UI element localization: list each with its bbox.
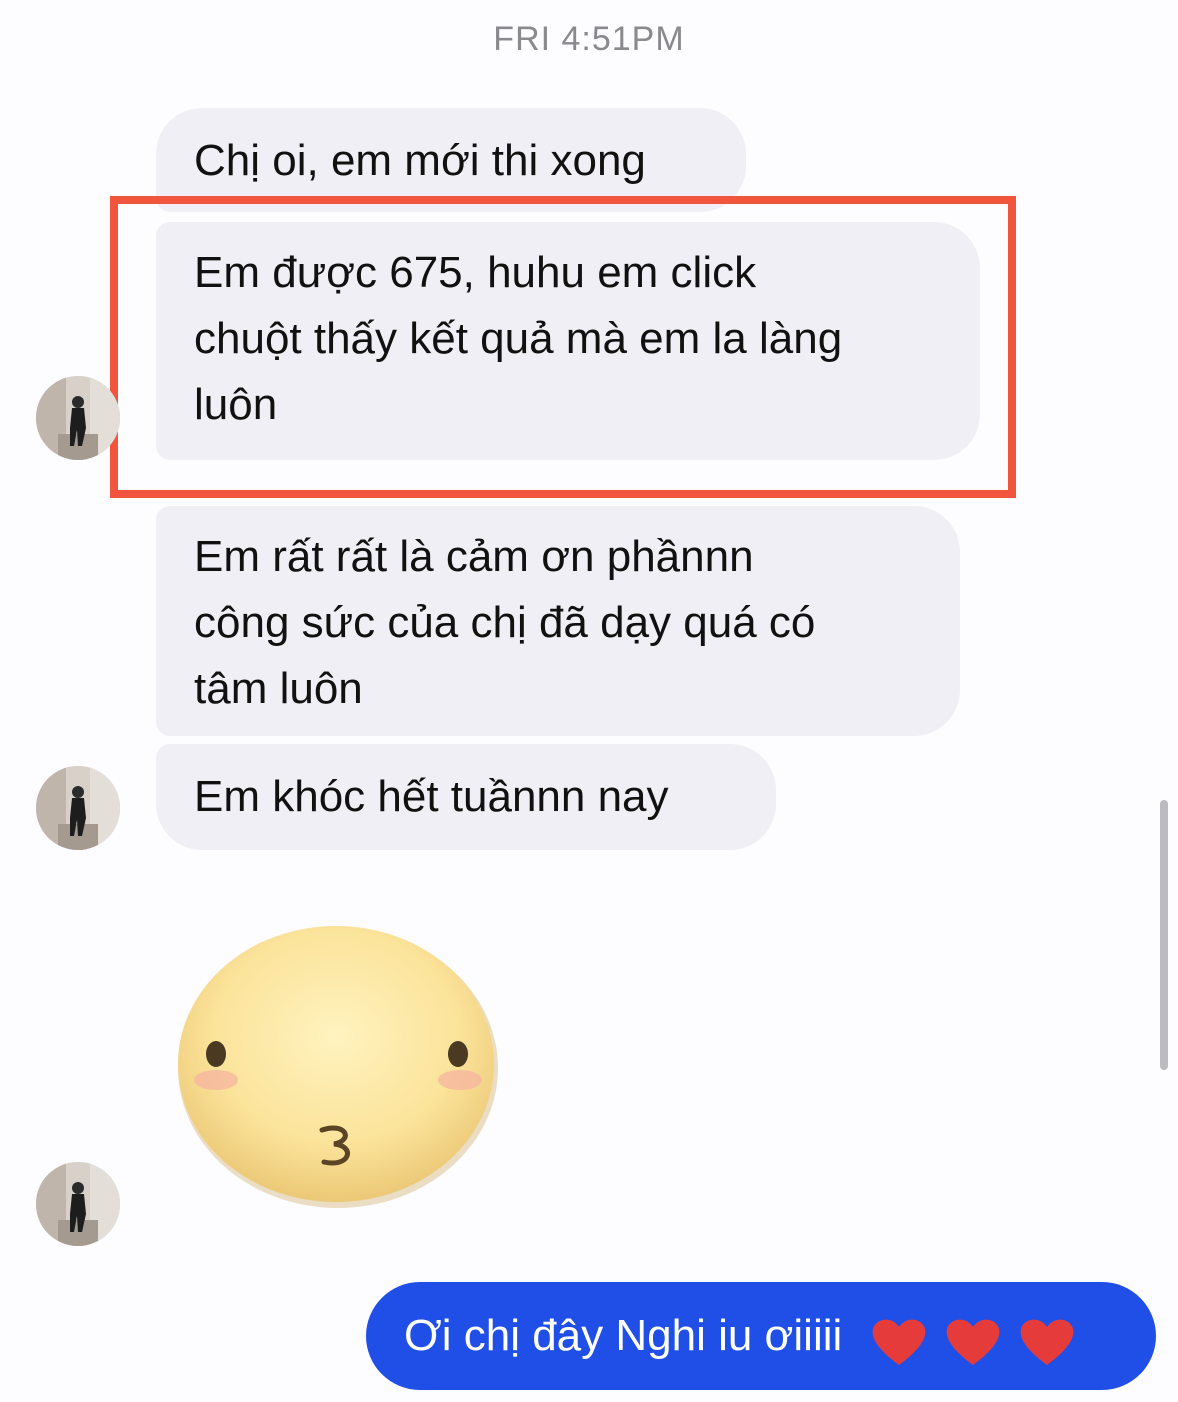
message-text-line: tâm luôn — [194, 664, 363, 713]
kiss-face-icon — [178, 926, 498, 1208]
avatar[interactable] — [36, 1162, 120, 1246]
message-timestamp: FRI 4:51PM — [493, 20, 685, 58]
incoming-message-3[interactable]: Em rất rất là cảm ơn phầnnn công sức của… — [156, 506, 960, 736]
avatar-photo-icon — [36, 766, 120, 850]
kiss-face-sticker[interactable] — [168, 918, 508, 1218]
highlight-box — [110, 196, 1016, 498]
heart-icon — [1020, 1319, 1074, 1365]
scrollbar[interactable] — [1160, 800, 1168, 1070]
heart-icon — [872, 1319, 925, 1365]
message-text-line: Em rất rất là cảm ơn phầnnn — [194, 532, 754, 581]
message-text: Chị oi, em mới thi xong — [194, 136, 646, 185]
message-text-line: công sức của chị đã dạy quá có — [194, 598, 816, 647]
heart-icon — [946, 1319, 1000, 1365]
message-text: Ơi chị đây Nghi iu ơiiiii — [404, 1311, 843, 1360]
avatar[interactable] — [36, 766, 120, 850]
incoming-message-4[interactable]: Em khóc hết tuầnnn nay — [156, 744, 776, 850]
avatar-photo-icon — [36, 1162, 120, 1246]
message-text: Em khóc hết tuầnnn nay — [194, 772, 669, 821]
heart-emoji-group — [871, 1284, 1081, 1392]
avatar[interactable] — [36, 376, 120, 460]
avatar-photo-icon — [36, 376, 120, 460]
outgoing-message[interactable]: Ơi chị đây Nghi iu ơiiiii — [366, 1282, 1156, 1390]
